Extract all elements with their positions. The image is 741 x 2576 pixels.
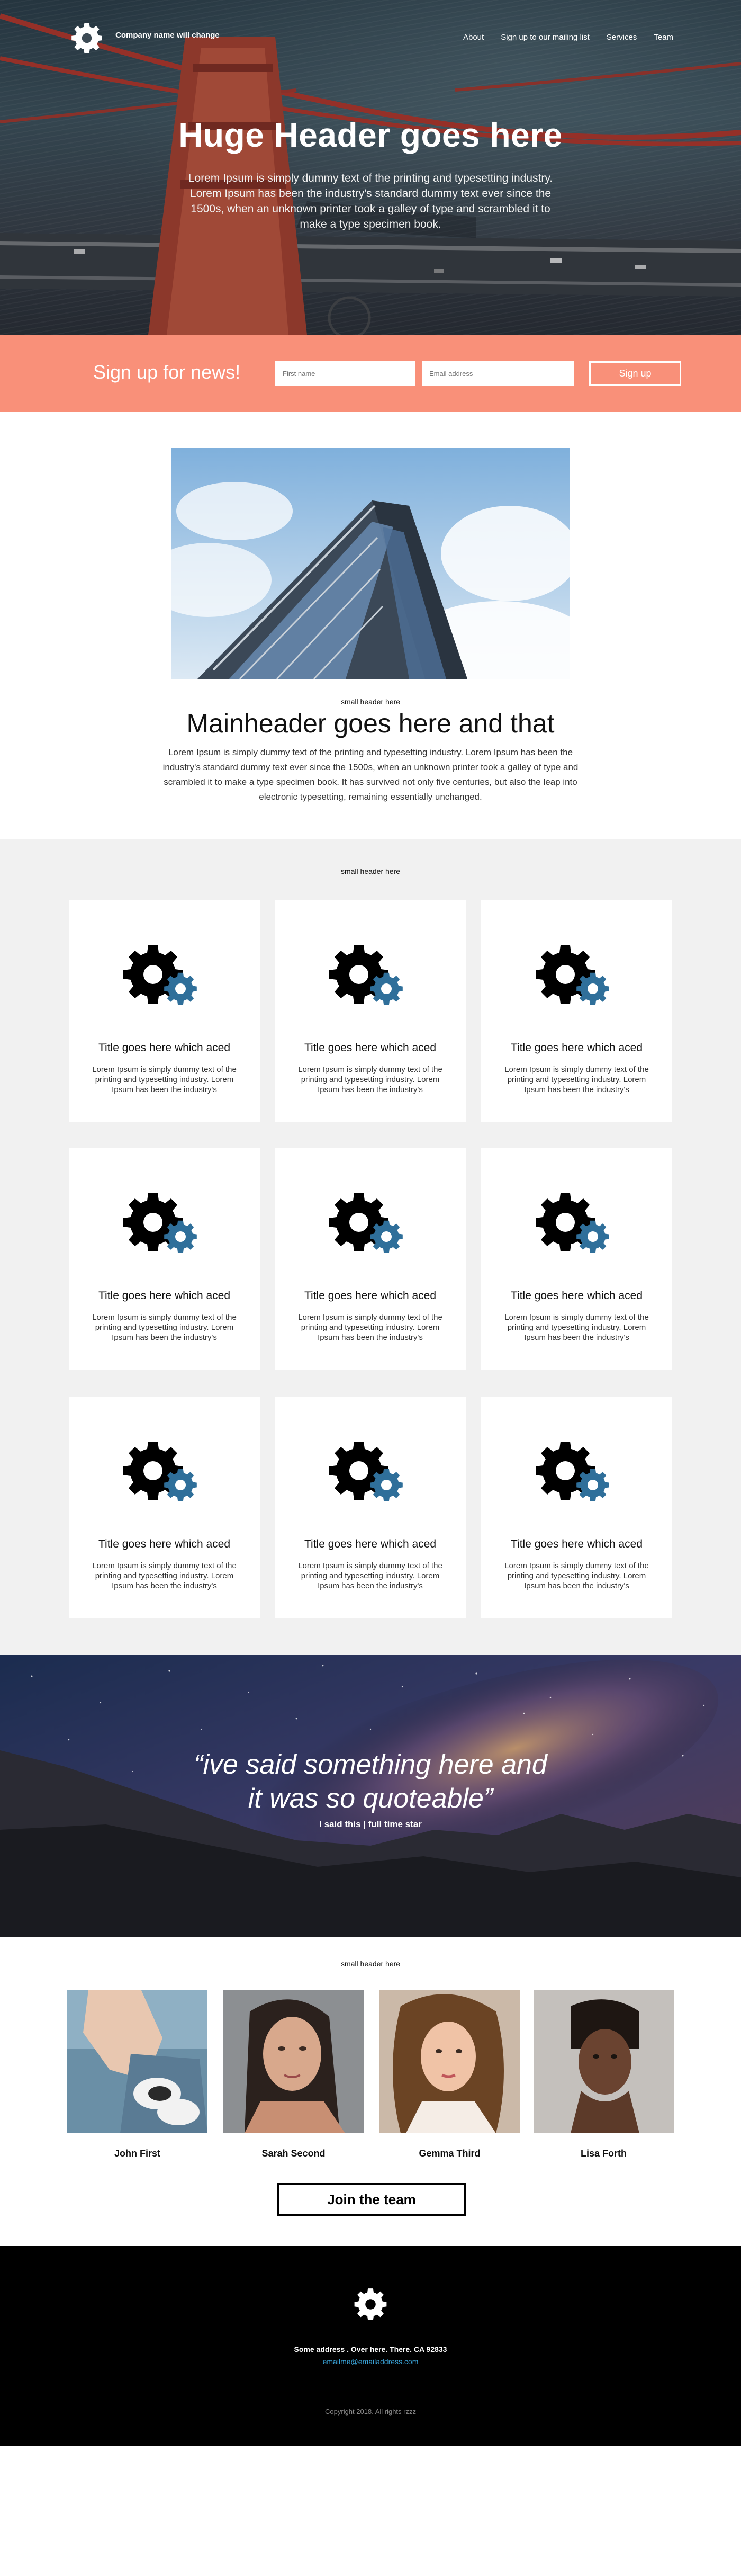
gear-icon [123,945,197,1005]
email-input[interactable] [422,361,574,386]
team-section: small header here John First Sarah Secon… [0,1937,741,2246]
card-text: Lorem Ipsum is simply dummy text of the … [92,1313,237,1342]
service-card: Title goes here which aced Lorem Ipsum is… [481,1397,672,1618]
member-name: Lisa Forth [580,2148,627,2159]
team-small-header: small header here [340,1960,401,1968]
footer-address: Some address . Over here. There. CA 9283… [294,2345,447,2354]
feature-body: Lorem Ipsum is simply dummy text of the … [162,747,579,802]
card-title: Title goes here which aced [510,1538,643,1550]
service-card: Title goes here which aced Lorem Ipsum is… [275,1397,466,1618]
gear-icon [329,1193,403,1253]
quote-line-2: it was so quoteable” [248,1783,493,1814]
nav-link-services[interactable]: Services [607,33,637,42]
member-photo [223,1990,364,2133]
card-text: Lorem Ipsum is simply dummy text of the … [298,1561,442,1590]
footer: Some address . Over here. There. CA 9283… [0,2246,741,2446]
card-text: Lorem Ipsum is simply dummy text of the … [298,1065,442,1094]
feature-title: Mainheader goes here and that [186,709,555,738]
service-card: Title goes here which aced Lorem Ipsum is… [69,900,260,1122]
service-card: Title goes here which aced Lorem Ipsum is… [69,1397,260,1618]
service-card: Title goes here which aced Lorem Ipsum is… [481,900,672,1122]
quote-text: “ive said something here and it was so q… [0,1748,741,1815]
feature-section: small header here Mainheader goes here a… [0,412,741,839]
gear-icon [329,1442,403,1501]
quote-cite: I said this | full time star [319,1819,422,1829]
company-name[interactable]: Company name will change [115,31,220,40]
member-name: John First [114,2148,160,2159]
service-card: Title goes here which aced Lorem Ipsum is… [275,1148,466,1370]
hero-title: Huge Header goes here [178,116,563,154]
logo-gear-icon[interactable] [68,19,106,57]
member-photo [67,1990,207,2133]
gear-icon [536,1442,609,1501]
first-name-input[interactable] [275,361,415,386]
card-title: Title goes here which aced [510,1290,643,1302]
services-small-header: small header here [340,867,401,875]
service-card: Title goes here which aced Lorem Ipsum is… [275,900,466,1122]
team-member: Sarah Second [223,1990,364,2159]
card-text: Lorem Ipsum is simply dummy text of the … [92,1065,237,1094]
team-member: Lisa Forth [534,1990,674,2159]
signup-button[interactable]: Sign up [589,361,681,386]
gear-icon [536,1193,609,1253]
card-text: Lorem Ipsum is simply dummy text of the … [504,1561,649,1590]
card-title: Title goes here which aced [304,1290,437,1302]
footer-email-link[interactable]: emailme@emailaddress.com [0,2357,741,2366]
nav-link-team[interactable]: Team [654,33,673,42]
signup-title: Sign up for news! [93,361,241,383]
member-photo [379,1990,520,2133]
card-title: Title goes here which aced [98,1538,231,1550]
building-photo [171,448,570,679]
team-member: John First [67,1990,207,2159]
footer-gear-icon [354,2288,387,2320]
card-text: Lorem Ipsum is simply dummy text of the … [504,1065,649,1094]
hero-lead: Lorem Ipsum is simply dummy text of the … [188,172,553,230]
card-text: Lorem Ipsum is simply dummy text of the … [92,1561,237,1590]
gear-icon [123,1442,197,1501]
gear-icon [329,945,403,1005]
nav-link-about[interactable]: About [463,33,484,42]
signup-bar: Sign up for news! Sign up [0,335,741,412]
card-title: Title goes here which aced [98,1042,231,1054]
service-card: Title goes here which aced Lorem Ipsum is… [481,1148,672,1370]
member-name: Gemma Third [419,2148,481,2159]
footer-copyright: Copyright 2018. All rights rzzz [325,2408,416,2416]
card-text: Lorem Ipsum is simply dummy text of the … [298,1313,442,1342]
nav-link-signup[interactable]: Sign up to our mailing list [501,33,590,42]
member-name: Sarah Second [261,2148,326,2159]
nav-links: About Sign up to our mailing list Servic… [463,33,673,42]
card-title: Title goes here which aced [304,1042,437,1054]
gear-icon [536,945,609,1005]
services-section: small header here Title goes here which … [0,839,741,1655]
top-nav: Company name will change About Sign up t… [0,0,741,74]
team-member: Gemma Third [379,1990,520,2159]
card-title: Title goes here which aced [510,1042,643,1054]
card-title: Title goes here which aced [304,1538,437,1550]
join-team-button[interactable]: Join the team [277,2183,466,2216]
card-text: Lorem Ipsum is simply dummy text of the … [504,1313,649,1342]
service-card: Title goes here which aced Lorem Ipsum is… [69,1148,260,1370]
member-photo [534,1990,674,2133]
feature-small-header: small header here [340,697,401,706]
quote-line-1: “ive said something here and [194,1749,547,1780]
gear-icon [123,1193,197,1253]
card-title: Title goes here which aced [98,1290,231,1302]
quote-section: “ive said something here and it was so q… [0,1655,741,1937]
hero-section: Company name will change About Sign up t… [0,0,741,335]
